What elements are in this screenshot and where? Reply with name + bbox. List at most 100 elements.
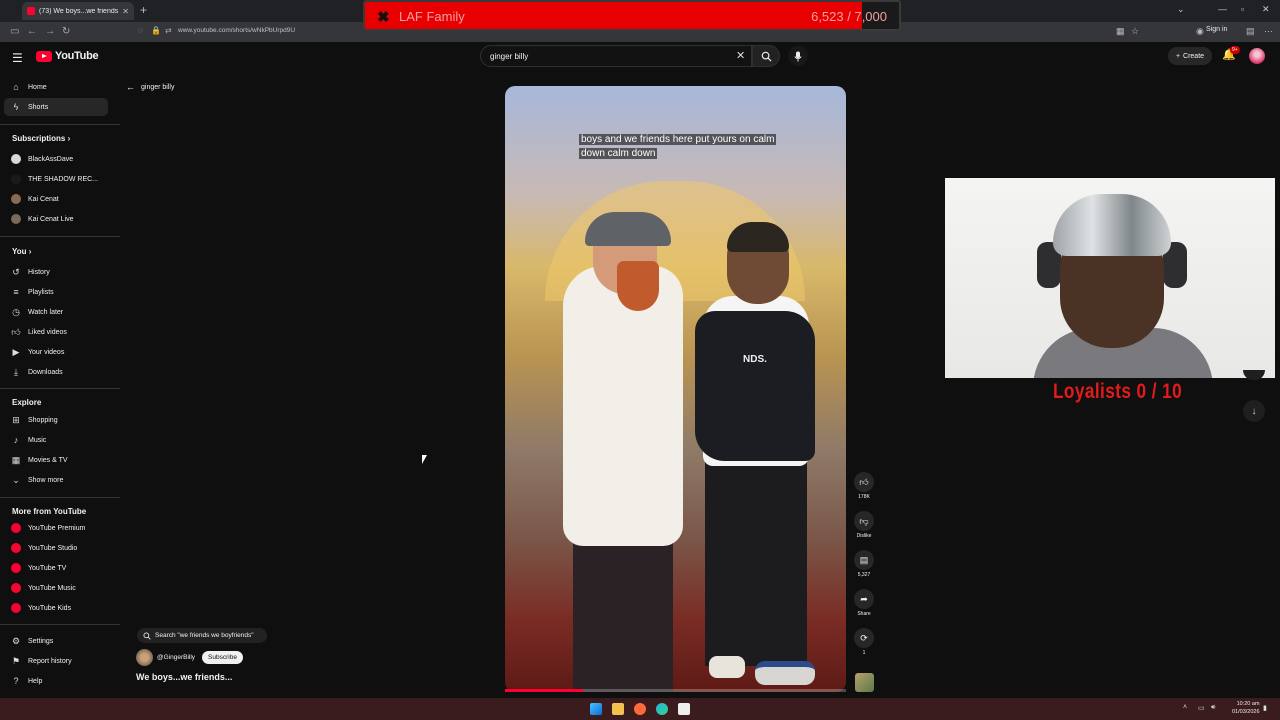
taskbar-clock[interactable]: 10:20 am 01/03/2026 bbox=[1232, 700, 1260, 716]
related-search-chip[interactable]: Search "we friends we boyfriends" bbox=[137, 628, 267, 643]
sidebar-item[interactable]: ↺ History bbox=[4, 263, 108, 281]
lock-icon[interactable]: 🔒 bbox=[151, 26, 161, 35]
store-icon[interactable] bbox=[678, 703, 690, 715]
comments-action[interactable]: ▤ 5,327 bbox=[854, 550, 874, 578]
browser-menu-icon[interactable]: ⋯ bbox=[1264, 26, 1273, 37]
shorts-icon: ϟ bbox=[13, 102, 19, 112]
back-to-search[interactable]: ← ginger billy bbox=[126, 82, 174, 92]
you-header[interactable]: You › bbox=[12, 247, 31, 256]
profile-icon[interactable]: ◉ bbox=[1196, 26, 1204, 37]
hamburger-menu-icon[interactable]: ☰ bbox=[12, 51, 23, 65]
forward-icon[interactable]: → bbox=[45, 26, 55, 37]
channel-avatar[interactable] bbox=[136, 649, 153, 666]
close-tab-icon[interactable]: ✕ bbox=[122, 7, 129, 16]
clock-time: 10:20 am bbox=[1236, 701, 1260, 707]
remix-action[interactable]: ⟳ 1 bbox=[854, 628, 874, 656]
channel-avatar bbox=[11, 154, 21, 164]
new-tab-icon[interactable]: + bbox=[140, 3, 147, 17]
file-explorer-icon[interactable] bbox=[612, 703, 624, 715]
share-label: Share bbox=[857, 611, 871, 617]
sidebar-item-label: YouTube Music bbox=[28, 584, 76, 592]
back-icon[interactable]: ← bbox=[27, 26, 37, 37]
sidebar-item[interactable]: ≡ Playlists bbox=[4, 283, 108, 301]
minimize-icon[interactable]: — bbox=[1218, 4, 1227, 14]
next-short-button[interactable]: ↓ bbox=[1243, 400, 1265, 422]
reload-icon[interactable]: ↻ bbox=[62, 26, 70, 37]
share-button[interactable]: ➦ bbox=[854, 589, 874, 609]
sign-in-link[interactable]: Sign in bbox=[1206, 26, 1227, 33]
sidebar-item[interactable]: ▦ Movies & TV bbox=[4, 451, 108, 469]
windows-start-icon[interactable] bbox=[590, 703, 602, 715]
bookmark-star-icon[interactable]: ☆ bbox=[1131, 26, 1139, 37]
sidebar-item[interactable]: ⌂ Home bbox=[4, 78, 108, 96]
sidebar-item[interactable]: ⊞ Shopping bbox=[4, 411, 108, 429]
sidebar-item[interactable]: YouTube Music bbox=[4, 579, 108, 597]
previous-short-button[interactable] bbox=[1243, 370, 1265, 380]
sidebar-toggle-icon[interactable]: ▭ bbox=[10, 26, 19, 37]
like-button[interactable]: 👍︎ bbox=[854, 472, 874, 492]
notification-center-icon[interactable]: ▮ bbox=[1263, 704, 1267, 712]
video-progress-bar[interactable] bbox=[505, 689, 846, 692]
reader-icon[interactable]: ▦ bbox=[1116, 26, 1125, 37]
sidebar-item[interactable]: ? Help bbox=[4, 672, 108, 690]
sidebar-item[interactable]: ϟ Shorts bbox=[4, 98, 108, 116]
sidebar-item[interactable]: ▶ Your videos bbox=[4, 343, 108, 361]
sidebar-item[interactable]: 👍︎ Liked videos bbox=[4, 323, 108, 341]
voice-search-button[interactable] bbox=[788, 46, 808, 66]
channel-name[interactable]: @GingerBilly bbox=[157, 654, 195, 661]
clock-icon: ◷ bbox=[12, 306, 20, 317]
subscriptions-header[interactable]: Subscriptions › bbox=[12, 134, 70, 143]
comments-button[interactable]: ▤ bbox=[854, 550, 874, 570]
dislike-button[interactable]: 👎︎ bbox=[854, 511, 874, 531]
network-icon[interactable]: ▭ bbox=[1198, 704, 1205, 712]
sidebar-item[interactable]: YouTube Studio bbox=[4, 539, 108, 557]
sidebar-item[interactable]: THE SHADOW REC... bbox=[4, 170, 108, 188]
maximize-icon[interactable]: ▫ bbox=[1241, 4, 1244, 14]
extensions-icon[interactable]: ▤ bbox=[1246, 26, 1255, 37]
account-avatar[interactable] bbox=[1249, 48, 1265, 64]
like-action[interactable]: 👍︎ 178K bbox=[854, 472, 874, 500]
create-button[interactable]: + Create bbox=[1168, 47, 1212, 65]
sidebar-item[interactable]: BlackAssDave bbox=[4, 150, 108, 168]
shield-icon[interactable]: ◌ bbox=[138, 26, 143, 35]
short-title[interactable]: We boys...we friends... bbox=[136, 672, 232, 682]
browser-tab[interactable]: (73) We boys...we friends... ✕ bbox=[22, 2, 134, 20]
sidebar-item[interactable]: ⌄ Show more bbox=[4, 471, 108, 489]
sidebar-item[interactable]: ♪ Music bbox=[4, 431, 108, 449]
remix-button[interactable]: ⟳ bbox=[854, 628, 874, 648]
sidebar-item[interactable]: ⚑ Report history bbox=[4, 652, 108, 670]
sidebar-item[interactable]: YouTube Premium bbox=[4, 519, 108, 537]
subscribe-button[interactable]: Subscribe bbox=[202, 651, 243, 664]
sound-thumbnail[interactable] bbox=[855, 673, 874, 692]
sidebar-item[interactable]: YouTube Kids bbox=[4, 599, 108, 617]
edge-icon[interactable] bbox=[656, 703, 668, 715]
search-button[interactable] bbox=[752, 45, 780, 67]
sidebar-item[interactable]: Kai Cenat bbox=[4, 190, 108, 208]
tray-chevron-icon[interactable]: ˄ bbox=[1183, 704, 1187, 711]
volume-icon[interactable]: 🔊︎ bbox=[1211, 704, 1215, 712]
share-action[interactable]: ➦ Share bbox=[854, 589, 874, 617]
sidebar-item[interactable]: ⚙ Settings bbox=[4, 632, 108, 650]
sidebar-item[interactable]: ⤓ Downloads bbox=[4, 363, 108, 381]
url-field[interactable]: www.youtube.com/shorts/wNkPbUrpd9U bbox=[178, 27, 295, 34]
dislike-action[interactable]: 👎︎ Dislike bbox=[854, 511, 874, 539]
sidebar-item[interactable]: YouTube TV bbox=[4, 559, 108, 577]
sidebar-item[interactable]: ◷ Watch later bbox=[4, 303, 108, 321]
window-close-icon[interactable]: ✕ bbox=[1262, 4, 1270, 15]
back-arrow-icon: ← bbox=[126, 82, 135, 92]
video-shoe-right bbox=[755, 661, 815, 685]
more-from-youtube-header[interactable]: More from YouTube bbox=[12, 507, 86, 516]
youtube-logo[interactable]: YouTube bbox=[36, 50, 99, 62]
garment-print-text: NDS. bbox=[743, 354, 767, 365]
firefox-icon[interactable] bbox=[634, 703, 646, 715]
tab-list-chevron-icon[interactable]: ⌄ bbox=[1177, 4, 1185, 15]
shorts-video-player[interactable]: NDS. boys and we friends here put yours … bbox=[505, 86, 846, 692]
search-input[interactable]: ginger billy bbox=[480, 45, 752, 67]
sidebar-item[interactable]: Kai Cenat Live bbox=[4, 210, 108, 228]
video-caption: boys and we friends here put yours on ca… bbox=[579, 133, 777, 161]
clear-search-icon[interactable]: ✕ bbox=[736, 49, 745, 62]
site-info-icon[interactable]: ⇄ bbox=[165, 26, 172, 35]
explore-header[interactable]: Explore bbox=[12, 398, 41, 407]
youtube-product-icon bbox=[11, 543, 21, 553]
clock-date: 01/03/2026 bbox=[1232, 709, 1260, 715]
